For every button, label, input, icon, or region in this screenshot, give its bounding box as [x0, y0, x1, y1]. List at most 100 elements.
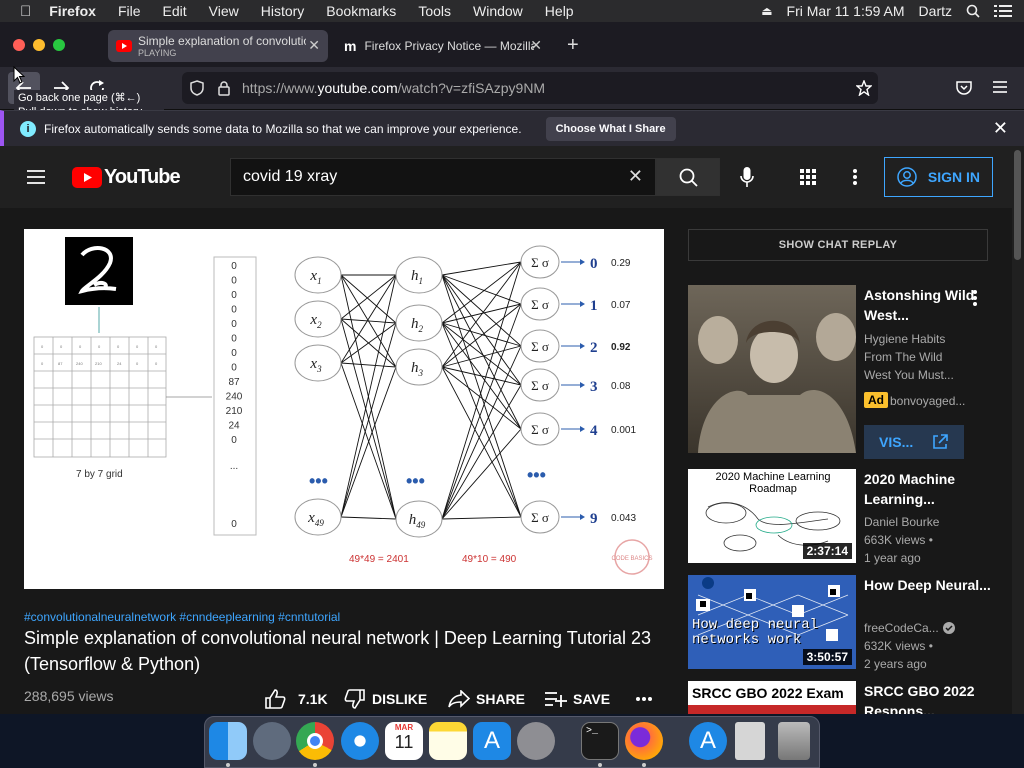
save-label: SAVE — [573, 691, 611, 707]
search-input[interactable]: covid 19 xray ✕ — [230, 158, 656, 196]
launchpad-icon[interactable] — [253, 722, 291, 760]
video-thumbnail[interactable]: 2020 Machine Learning Roadmap 2:37:14 — [688, 469, 856, 563]
svg-text:0: 0 — [155, 361, 158, 366]
menubar-user[interactable]: Dartz — [919, 3, 952, 19]
system-preferences-icon[interactable] — [517, 722, 555, 760]
sign-in-button[interactable]: SIGN IN — [884, 157, 993, 197]
ad-thumbnail[interactable] — [688, 285, 856, 453]
video-thumbnail[interactable]: SRCC GBO 2022 Exam — [688, 681, 856, 714]
microphone-icon[interactable] — [740, 167, 754, 188]
column-value: 0 — [231, 334, 237, 345]
svg-text:0: 0 — [60, 344, 63, 349]
tooltip-line-1: Go back one page (⌘←) — [18, 92, 141, 104]
column-value: 0 — [231, 363, 237, 374]
more-horizontal-icon — [636, 697, 652, 701]
app-store-icon[interactable]: A — [473, 722, 511, 760]
search-button[interactable] — [656, 158, 720, 196]
youtube-wordmark: YouTube — [104, 166, 181, 188]
menu-bookmarks[interactable]: Bookmarks — [326, 3, 396, 19]
column-value: 240 — [226, 392, 243, 403]
menu-tools[interactable]: Tools — [418, 3, 451, 19]
video-hashtags[interactable]: #convolutionalneuralnetwork #cnndeeplear… — [24, 610, 340, 624]
chrome-icon[interactable] — [296, 722, 334, 760]
ad-more-icon[interactable] — [973, 290, 977, 306]
close-notification-icon[interactable]: ✕ — [993, 118, 1008, 139]
more-actions-button[interactable] — [636, 688, 652, 710]
output-probability: 0.92 — [611, 342, 631, 353]
tab-youtube[interactable]: Simple explanation of convolutio PLAYING… — [108, 30, 328, 62]
ad-badge: Ad — [864, 392, 888, 408]
output-digit: 0 — [590, 256, 598, 272]
app-menu-icon[interactable] — [993, 81, 1007, 93]
trash-icon[interactable] — [778, 722, 810, 760]
share-button[interactable]: SHARE — [448, 688, 525, 710]
scrollbar-thumb[interactable] — [1014, 150, 1021, 260]
column-value: 0 — [231, 348, 237, 359]
menu-edit[interactable]: Edit — [163, 3, 187, 19]
data-notification-bar: i Firefox automatically sends some data … — [0, 110, 1024, 146]
channel-name[interactable]: freeCodeCa... — [864, 619, 939, 637]
close-tab-icon[interactable]: ✕ — [530, 37, 542, 54]
eject-icon[interactable]: ⏏ — [761, 4, 772, 18]
safari-icon[interactable] — [341, 722, 379, 760]
spotlight-icon[interactable] — [966, 4, 980, 18]
shield-icon[interactable] — [190, 80, 204, 96]
zoom-window-button[interactable] — [53, 39, 65, 51]
firefox-icon[interactable] — [625, 722, 663, 760]
menu-window[interactable]: Window — [473, 3, 523, 19]
hamburger-menu-icon[interactable] — [27, 170, 45, 184]
bookmark-star-icon[interactable] — [856, 80, 872, 96]
clear-search-icon[interactable]: ✕ — [628, 166, 643, 187]
column-value: 24 — [228, 421, 240, 432]
minimize-window-button[interactable] — [33, 39, 45, 51]
menu-view[interactable]: View — [209, 3, 239, 19]
app-store-downloads-icon[interactable]: A — [689, 722, 727, 760]
calc-hidden-weights: 49*49 = 2401 — [349, 554, 409, 565]
svg-text:•••: ••• — [309, 471, 328, 491]
notes-icon[interactable] — [429, 722, 467, 760]
running-indicator — [313, 763, 317, 767]
video-player[interactable]: 0000000 0 87 240 210 24 0 0 7 by 7 grid 000000… — [24, 229, 664, 589]
save-button[interactable]: SAVE — [545, 688, 610, 710]
account-icon — [897, 167, 917, 187]
output-digit: 1 — [590, 298, 598, 314]
calendar-icon[interactable]: MAR 11 — [385, 722, 423, 760]
url-bar[interactable]: https://www.youtube.com/watch?v=zfiSAzpy… — [182, 72, 878, 104]
ad-visit-button[interactable]: VIS... — [864, 425, 964, 459]
apple-icon[interactable]:  — [20, 3, 31, 20]
close-tab-icon[interactable]: ✕ — [308, 37, 320, 54]
like-button[interactable]: 7.1K — [264, 688, 328, 710]
output-digit: 4 — [590, 423, 598, 439]
lock-icon[interactable] — [218, 80, 230, 96]
menu-history[interactable]: History — [261, 3, 305, 19]
running-indicator — [226, 763, 230, 767]
menu-help[interactable]: Help — [545, 3, 574, 19]
close-window-button[interactable] — [13, 39, 25, 51]
pocket-icon[interactable] — [956, 80, 972, 95]
new-tab-button[interactable]: + — [567, 34, 579, 57]
menubar-clock[interactable]: Fri Mar 11 1:59 AM — [787, 3, 905, 19]
tab-title: Firefox Privacy Notice — Mozilla — [364, 39, 535, 53]
menu-app-name[interactable]: Firefox — [49, 3, 96, 19]
finder-icon[interactable] — [209, 722, 247, 760]
more-options-icon[interactable] — [853, 169, 857, 185]
show-chat-replay-button[interactable]: SHOW CHAT REPLAY — [688, 229, 988, 261]
video-title[interactable]: 2020 Machine Learning... — [864, 469, 994, 509]
thumbs-up-icon — [265, 689, 286, 709]
video-thumbnail[interactable]: How deep neural networks work 3:50:57 — [688, 575, 856, 669]
choose-what-i-share-button[interactable]: Choose What I Share — [545, 116, 676, 141]
youtube-logo[interactable]: YouTube — [72, 166, 181, 189]
url-path: /watch?v=zfiSAzpy9NM — [397, 80, 546, 96]
dislike-button[interactable]: DISLIKE — [344, 688, 427, 710]
apps-grid-icon[interactable] — [800, 169, 816, 185]
menu-file[interactable]: File — [118, 3, 141, 19]
control-center-icon[interactable] — [994, 4, 1012, 18]
code-basics-badge: CODE BASICS — [611, 556, 652, 562]
video-title[interactable]: How Deep Neural... — [864, 575, 994, 595]
svg-text:•••: ••• — [527, 465, 546, 485]
terminal-icon[interactable]: >_ — [581, 722, 619, 760]
document-icon[interactable] — [735, 722, 765, 760]
tab-firefox-privacy[interactable]: m Firefox Privacy Notice — Mozilla ✕ — [336, 30, 550, 62]
thumbnail-text: SRCC GBO 2022 Exam — [692, 685, 844, 701]
channel-name[interactable]: Daniel Bourke — [864, 513, 939, 531]
